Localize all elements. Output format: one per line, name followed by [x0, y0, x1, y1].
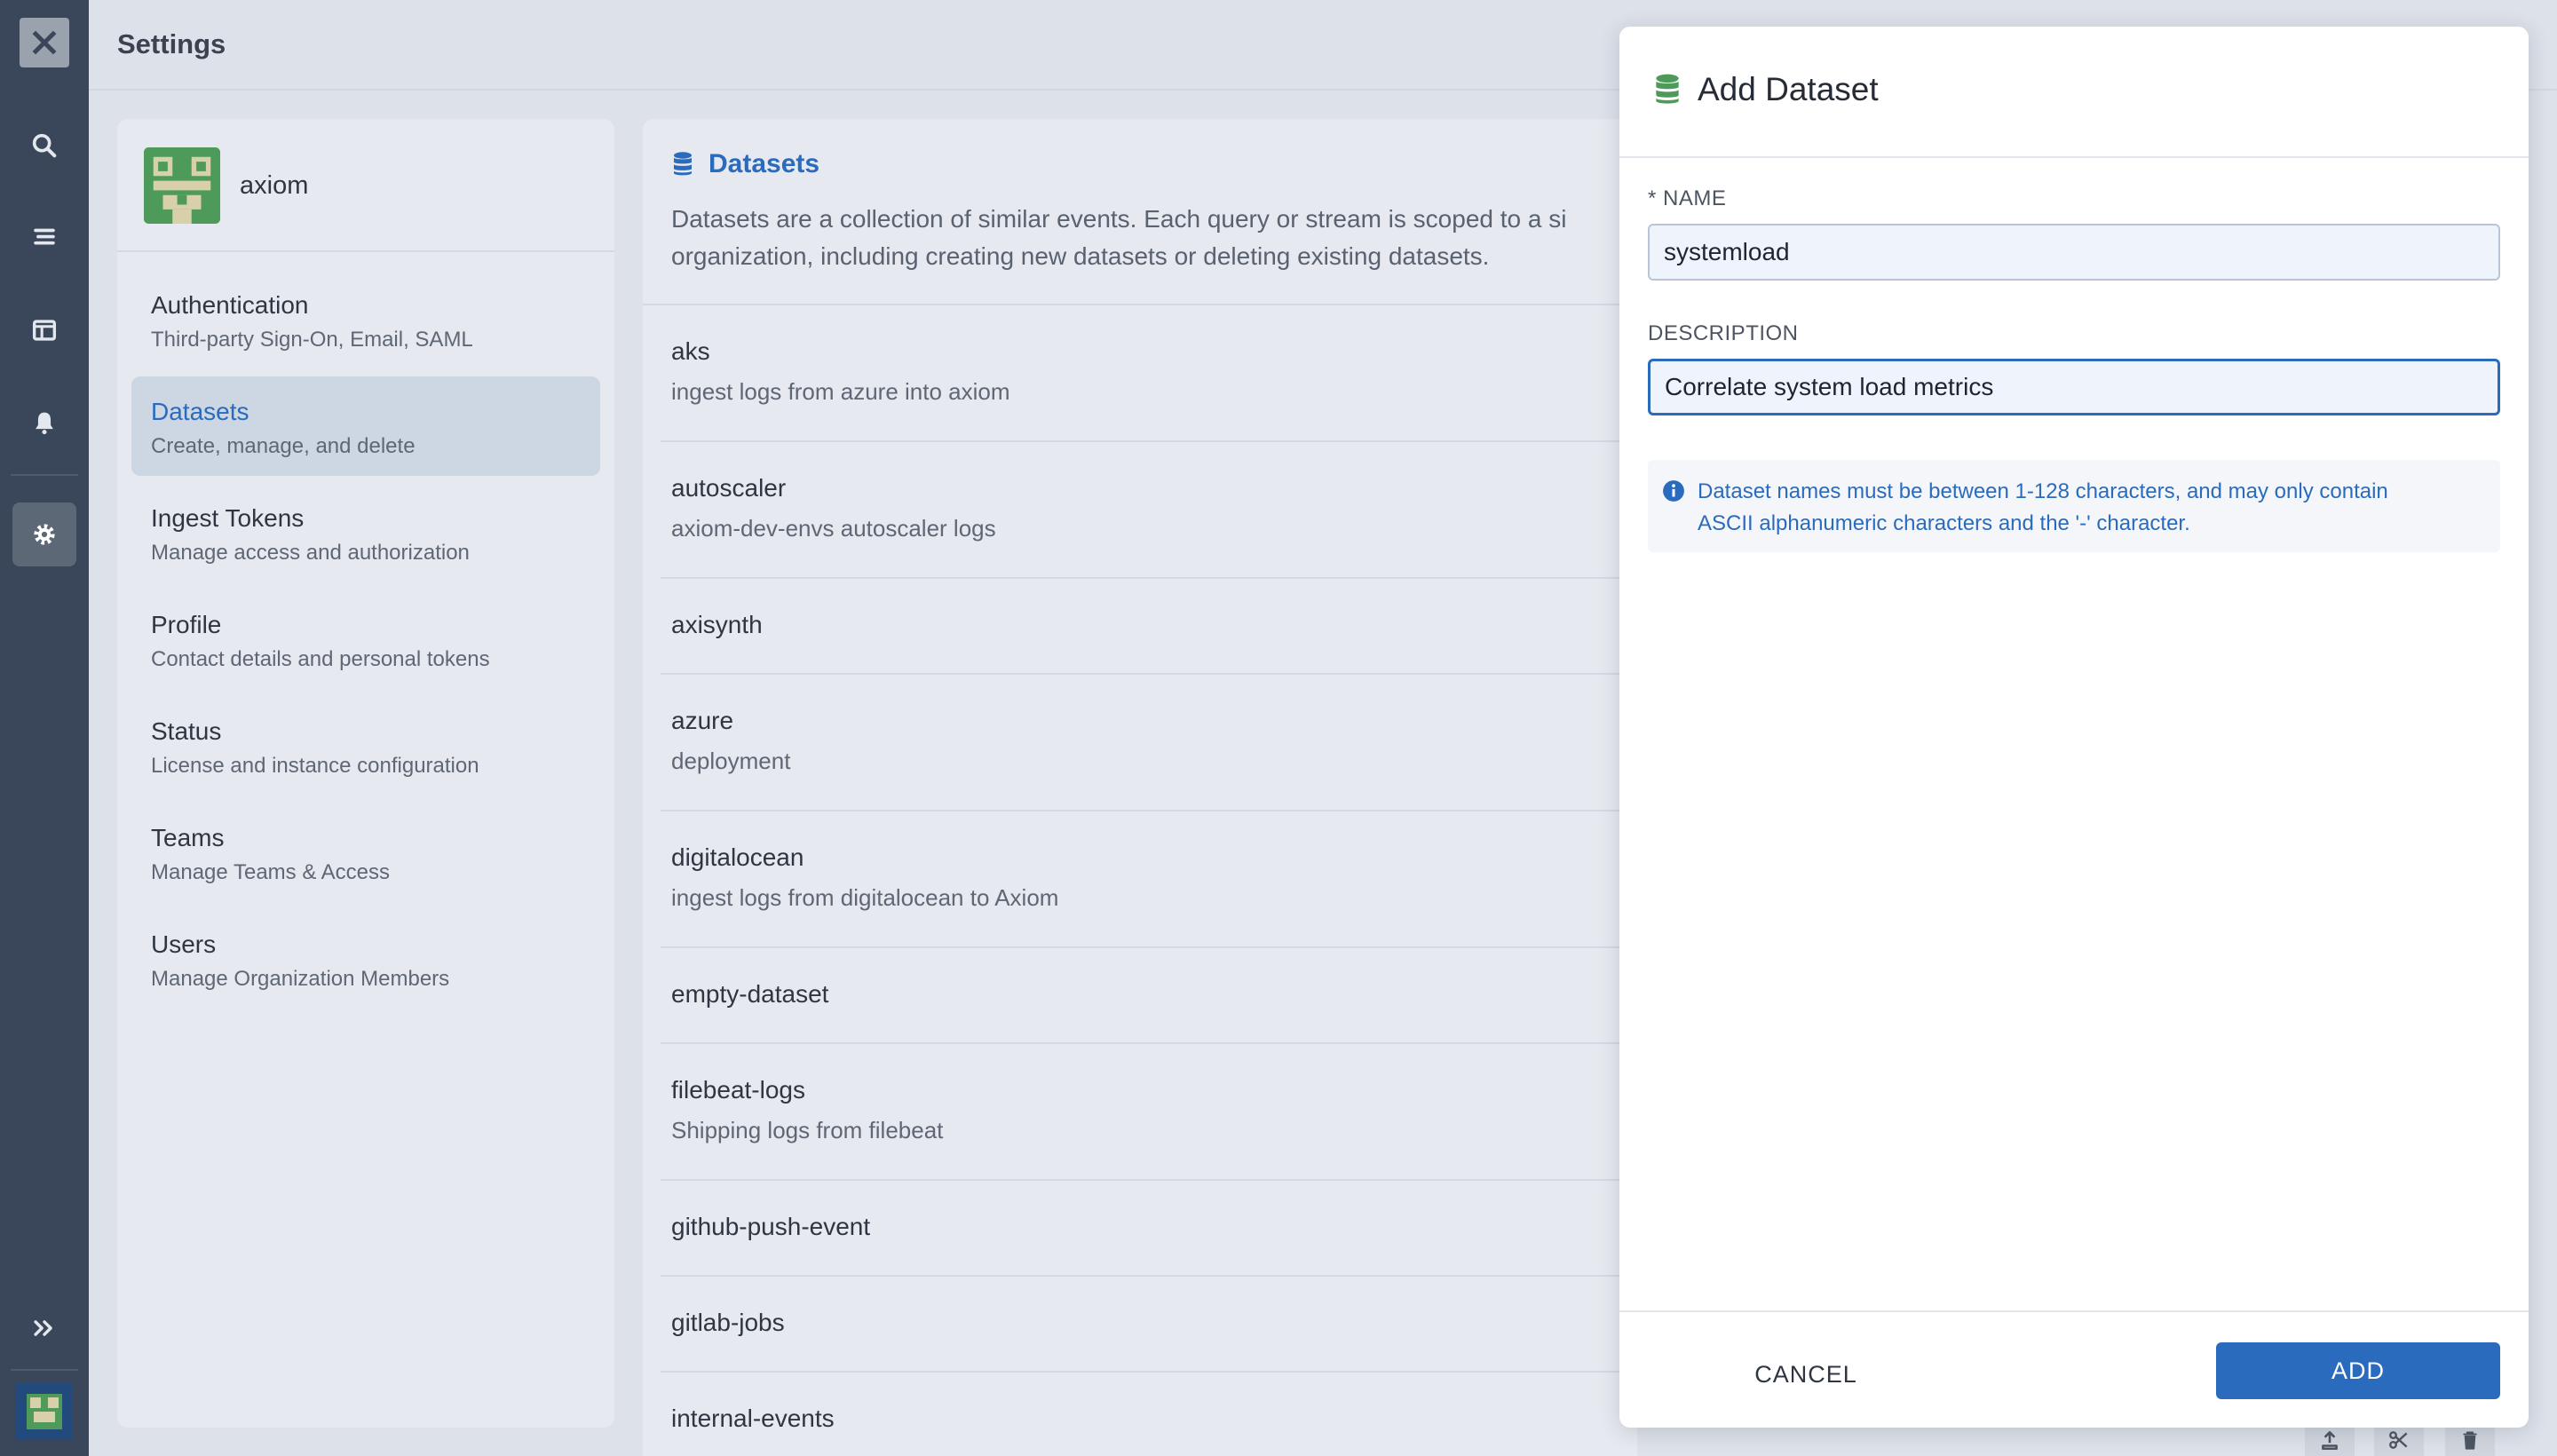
name-input[interactable]	[1648, 224, 2500, 281]
dashboard-icon[interactable]	[12, 298, 76, 362]
datasets-description-line-1: Datasets are a collection of similar eve…	[671, 205, 1567, 233]
info-text-line-1: Dataset names must be between 1-128 char…	[1698, 479, 2388, 503]
dataset-name: filebeat-logs	[671, 1076, 805, 1104]
dataset-row-empty-dataset[interactable]: empty-dataset	[671, 978, 1637, 1010]
nav-item-teams[interactable]: Teams Manage Teams & Access	[131, 803, 600, 902]
dataset-name: azure	[671, 707, 734, 734]
dataset-row-autoscaler[interactable]: autoscaler axiom-dev-envs autoscaler log…	[671, 472, 1637, 543]
dataset-description: ingest logs from azure into axiom	[671, 378, 1010, 405]
row-divider	[661, 1275, 1637, 1277]
nav-item-title: Teams	[151, 824, 225, 851]
name-label: * NAME	[1648, 186, 1727, 210]
datasets-header: Datasets	[671, 149, 819, 179]
database-icon	[1656, 74, 1679, 104]
org-header: axiom	[144, 147, 308, 224]
datasets-description: Datasets are a collection of similar eve…	[671, 201, 1637, 275]
org-divider	[117, 250, 614, 252]
dataset-name: github-push-event	[671, 1213, 871, 1240]
nav-item-subtitle: Manage access and authorization	[151, 541, 470, 565]
dataset-description: deployment	[671, 748, 791, 774]
datasets-panel: Datasets Datasets are a collection of si…	[643, 119, 1637, 1456]
dataset-row-axisynth[interactable]: axisynth	[671, 609, 1637, 641]
nav-item-profile[interactable]: Profile Contact details and personal tok…	[131, 590, 600, 689]
nav-item-title: Profile	[151, 611, 222, 638]
datasets-title: Datasets	[709, 149, 820, 178]
nav-item-status[interactable]: Status License and instance configuratio…	[131, 696, 600, 795]
dataset-row-digitalocean[interactable]: digitalocean ingest logs from digitaloce…	[671, 842, 1637, 913]
nav-item-subtitle: License and instance configuration	[151, 754, 479, 778]
nav-item-title: Users	[151, 930, 217, 958]
icon-rail	[0, 0, 89, 1456]
dataset-name: digitalocean	[671, 843, 804, 871]
org-name: axiom	[240, 170, 309, 200]
nav-item-datasets[interactable]: Datasets Create, manage, and delete	[131, 376, 600, 476]
search-icon[interactable]	[12, 114, 76, 178]
dataset-description: ingest logs from digitalocean to Axiom	[671, 884, 1059, 911]
datasets-description-line-2: organization, including creating new dat…	[671, 242, 1490, 270]
rail-divider-bottom	[11, 1369, 78, 1371]
bell-icon[interactable]	[12, 391, 76, 455]
dialog-footer-divider	[1619, 1310, 2529, 1312]
dataset-row-aks[interactable]: aks ingest logs from azure into axiom	[671, 336, 1637, 407]
gear-icon[interactable]	[12, 502, 76, 566]
dataset-row-azure[interactable]: azure deployment	[671, 705, 1637, 776]
nav-item-subtitle: Contact details and personal tokens	[151, 647, 490, 671]
dataset-row-internal-events[interactable]: internal-events	[671, 1403, 1637, 1435]
nav-item-subtitle: Create, manage, and delete	[151, 434, 416, 458]
dataset-row-github-push-event[interactable]: github-push-event	[671, 1211, 1637, 1243]
app-logo-icon[interactable]	[20, 18, 69, 67]
expand-icon[interactable]	[12, 1296, 76, 1360]
row-divider	[661, 1179, 1637, 1181]
name-rules-info: Dataset names must be between 1-128 char…	[1648, 460, 2500, 552]
dataset-name: empty-dataset	[671, 980, 829, 1008]
nav-item-title: Datasets	[151, 398, 249, 425]
info-text-line-2: ASCII alphanumeric characters and the '-…	[1698, 511, 2190, 535]
dataset-name: autoscaler	[671, 474, 787, 502]
nav-item-subtitle: Third-party Sign-On, Email, SAML	[151, 328, 473, 352]
datasets-header-divider	[643, 304, 1637, 305]
row-divider	[661, 673, 1637, 675]
row-divider	[661, 440, 1637, 442]
dataset-name: gitlab-jobs	[671, 1309, 785, 1336]
row-divider	[661, 577, 1637, 579]
settings-nav: axiom Authentication Third-party Sign-On…	[117, 119, 614, 1428]
nav-item-authentication[interactable]: Authentication Third-party Sign-On, Emai…	[131, 270, 600, 369]
dataset-name: internal-events	[671, 1405, 835, 1432]
rail-divider	[11, 474, 78, 476]
dialog-title: Add Dataset	[1698, 71, 1879, 107]
dialog-header: Add Dataset	[1653, 71, 1879, 108]
dataset-row-gitlab-jobs[interactable]: gitlab-jobs	[671, 1307, 1637, 1339]
nav-item-ingest-tokens[interactable]: Ingest Tokens Manage access and authoriz…	[131, 483, 600, 582]
add-dataset-dialog: Add Dataset * NAME DESCRIPTION Dataset n…	[1619, 27, 2529, 1428]
row-divider	[661, 810, 1637, 811]
dataset-name: axisynth	[671, 611, 763, 638]
dataset-row-filebeat-logs[interactable]: filebeat-logs Shipping logs from filebea…	[671, 1074, 1637, 1145]
page-title: Settings	[117, 28, 226, 59]
description-label: DESCRIPTION	[1648, 321, 1799, 345]
nav-item-subtitle: Manage Organization Members	[151, 967, 450, 991]
row-divider	[661, 1042, 1637, 1044]
org-avatar	[144, 147, 220, 224]
add-button[interactable]: ADD	[2216, 1342, 2500, 1399]
user-avatar[interactable]	[16, 1383, 73, 1440]
nav-item-title: Authentication	[151, 291, 309, 319]
dataset-description: axiom-dev-envs autoscaler logs	[671, 515, 996, 542]
row-divider	[661, 1371, 1637, 1373]
database-icon	[674, 152, 692, 176]
nav-item-users[interactable]: Users Manage Organization Members	[131, 909, 600, 1009]
nav-item-subtitle: Manage Teams & Access	[151, 860, 391, 884]
stream-icon[interactable]	[12, 206, 76, 270]
description-input[interactable]	[1648, 359, 2500, 415]
dialog-header-divider	[1619, 156, 2529, 158]
dataset-name: aks	[671, 337, 710, 365]
nav-item-title: Status	[151, 717, 222, 745]
cancel-button[interactable]: CANCEL	[1717, 1346, 1895, 1403]
info-icon	[1663, 480, 1684, 502]
dataset-description: Shipping logs from filebeat	[671, 1117, 944, 1143]
row-divider	[661, 946, 1637, 948]
nav-item-title: Ingest Tokens	[151, 504, 305, 532]
